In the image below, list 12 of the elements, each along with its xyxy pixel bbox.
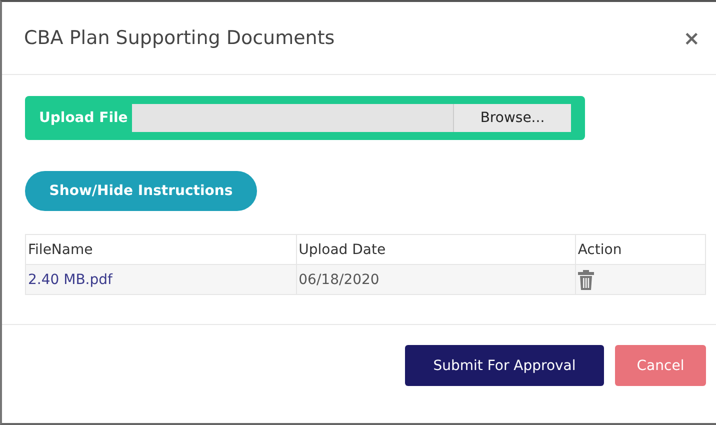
file-input-field[interactable]: Browse... xyxy=(132,104,571,132)
browse-button[interactable]: Browse... xyxy=(453,104,571,132)
trash-icon[interactable] xyxy=(578,270,594,290)
column-header: FileName xyxy=(26,234,296,264)
dialog-title: CBA Plan Supporting Documents xyxy=(24,27,335,49)
column-header: Action xyxy=(575,234,706,264)
upload-label: Upload File xyxy=(39,110,128,126)
close-button[interactable]: × xyxy=(679,26,704,50)
submit-button[interactable]: Submit For Approval xyxy=(405,345,604,386)
file-link[interactable]: 2.40 MB.pdf xyxy=(28,272,112,288)
table-cell: 06/18/2020 xyxy=(296,264,576,294)
column-header: Upload Date xyxy=(296,234,576,264)
